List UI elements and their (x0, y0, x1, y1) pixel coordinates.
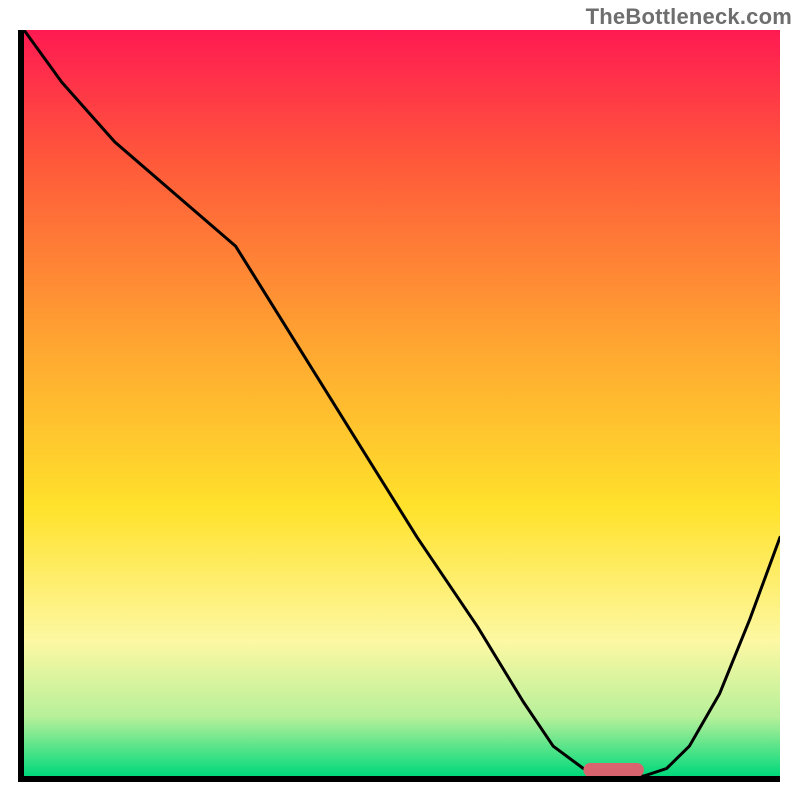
chart-container: TheBottleneck.com (0, 0, 800, 800)
optimal-marker (583, 763, 644, 776)
gradient-background (24, 30, 780, 776)
watermark-text: TheBottleneck.com (586, 4, 792, 30)
chart-svg (24, 30, 780, 776)
x-axis (18, 776, 780, 782)
